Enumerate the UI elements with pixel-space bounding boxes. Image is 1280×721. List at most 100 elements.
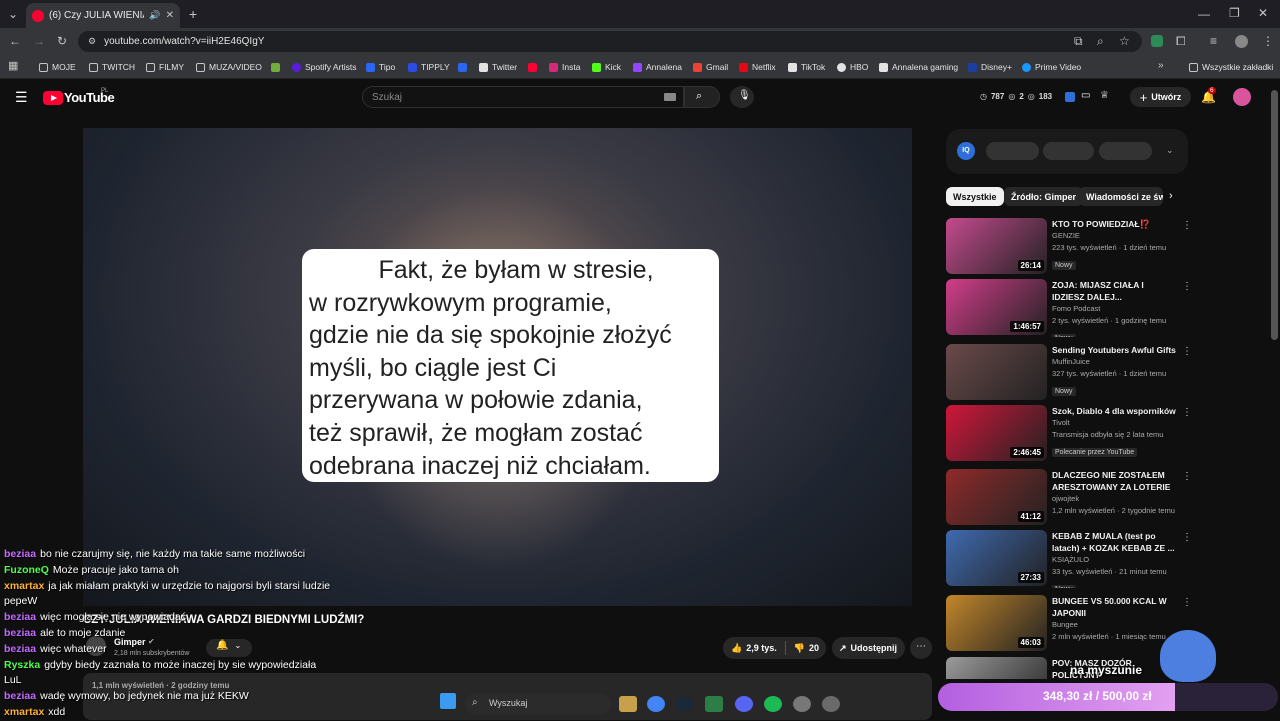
extensions-puzzle-icon[interactable]: ⧠	[1176, 34, 1186, 49]
youtube-logo-icon[interactable]	[43, 91, 63, 105]
forward-icon[interactable]: →	[33, 34, 45, 48]
guide-menu-icon[interactable]: ☰	[15, 89, 28, 106]
bookmark-disney[interactable]: Disney+	[968, 60, 1012, 74]
video-thumbnail[interactable]: 1:46:57	[946, 279, 1047, 335]
close-window-icon[interactable]: ✕	[1258, 6, 1268, 20]
extension-pill[interactable]	[986, 142, 1039, 160]
spotify-icon[interactable]	[764, 696, 782, 712]
channel-name[interactable]: KSIĄŻULO	[1052, 554, 1178, 566]
channel-name[interactable]: MuffinJuice	[1052, 356, 1178, 368]
video-title[interactable]: Szok, Diablo 4 dla wsporników	[1052, 405, 1178, 417]
bookmark-twitch[interactable]: TWITCH	[89, 60, 135, 74]
bookmark-moje[interactable]: MOJE	[39, 60, 76, 74]
more-actions-button[interactable]: ⋯	[910, 637, 932, 659]
reload-icon[interactable]: ↻	[57, 34, 67, 48]
bookmark-prime-video[interactable]: Prime Video	[1022, 60, 1081, 74]
recommended-video[interactable]: 41:12 DLACZEGO NIE ZOSTAŁEM ARESZTOWANY Z…	[946, 469, 1196, 527]
video-thumbnail[interactable]: 46:03	[946, 595, 1047, 651]
dislike-icon[interactable]: 👎	[794, 643, 805, 654]
bookmark-hbo[interactable]: HBO	[837, 60, 868, 74]
video-title[interactable]: ZOJA: MIJASZ CIAŁA I IDZIESZ DALEJ...	[1052, 279, 1178, 303]
bookmark-youtube[interactable]	[528, 60, 537, 74]
video-title[interactable]: KTO TO POWIEDZIAŁ⁉️	[1052, 218, 1178, 230]
video-title[interactable]: Sending Youtubers Awful Gifts	[1052, 344, 1178, 356]
video-title[interactable]: BUNGEE VS 50.000 KCAL W JAPONII	[1052, 595, 1178, 619]
bookmark-annalena[interactable]: Annalena	[633, 60, 682, 74]
excel-icon[interactable]	[705, 696, 723, 712]
back-icon[interactable]: ←	[9, 34, 21, 48]
recommended-video[interactable]: 26:14 KTO TO POWIEDZIAŁ⁉️ GENZIE 223 tys. w…	[946, 218, 1196, 276]
bookmark-green[interactable]	[271, 60, 280, 74]
video-thumbnail[interactable]: 2:46:45	[946, 405, 1047, 461]
extension-pill[interactable]	[1043, 142, 1094, 160]
create-button[interactable]: + Utwórz	[1130, 87, 1191, 107]
video-menu-icon[interactable]: ⋮	[1182, 346, 1192, 357]
recommended-video[interactable]: 27:33 KEBAB Z MUALA (test po latach) + KO…	[946, 530, 1196, 588]
share-button[interactable]: ↗ Udostępnij	[832, 637, 905, 659]
bookmark-gmail[interactable]: Gmail	[693, 60, 728, 74]
bookmark-tipply[interactable]: TIPPLY	[408, 60, 450, 74]
video-menu-icon[interactable]: ⋮	[1182, 281, 1192, 292]
video-title[interactable]: DLACZEGO NIE ZOSTAŁEM ARESZTOWANY ZA LOT…	[1052, 469, 1178, 493]
more-bookmarks-icon[interactable]: »	[1158, 60, 1164, 71]
bookmark-kick[interactable]: Kick	[592, 60, 621, 74]
maximize-icon[interactable]: ❐	[1229, 6, 1240, 20]
browser-menu-icon[interactable]: ⋮	[1262, 34, 1274, 48]
speaker-icon[interactable]: 🔊	[149, 10, 160, 21]
bookmark-tipo[interactable]: Tipo	[366, 60, 395, 74]
cast-icon[interactable]: ⧉	[1074, 34, 1083, 49]
user-avatar[interactable]	[1233, 88, 1251, 106]
dislike-count[interactable]: 20	[809, 643, 819, 653]
tab-search-icon[interactable]: ⌄	[8, 7, 18, 21]
chevron-down-icon[interactable]: ⌄	[1166, 145, 1174, 156]
bookmark-blue[interactable]	[458, 60, 467, 74]
search-input[interactable]: Szukaj	[362, 86, 684, 108]
video-thumbnail[interactable]: 41:12	[946, 469, 1047, 525]
profile-avatar[interactable]	[1235, 35, 1248, 48]
video-thumbnail[interactable]	[946, 657, 1047, 679]
video-menu-icon[interactable]: ⋮	[1182, 407, 1192, 418]
video-thumbnail[interactable]: 27:33	[946, 530, 1047, 586]
bookmark-insta[interactable]: Insta	[549, 60, 580, 74]
obs-icon[interactable]	[822, 696, 840, 712]
site-info-icon[interactable]: ⚙	[88, 36, 96, 47]
video-menu-icon[interactable]: ⋮	[1182, 597, 1192, 608]
file-explorer-icon[interactable]	[619, 696, 637, 712]
video-menu-icon[interactable]: ⋮	[1182, 471, 1192, 482]
like-icon[interactable]: 👍	[731, 643, 742, 654]
chrome-icon[interactable]	[647, 696, 665, 712]
video-menu-icon[interactable]: ⋮	[1182, 220, 1192, 231]
iq-extension-icon[interactable]	[1065, 92, 1075, 102]
chip-source[interactable]: Źródło: Gimper	[1004, 187, 1083, 206]
channel-name[interactable]: GENZIE	[1052, 230, 1178, 242]
voice-search-button[interactable]: 🎙	[730, 86, 754, 108]
cast-icon[interactable]: ▭	[1081, 90, 1090, 101]
steam-icon[interactable]	[676, 696, 694, 712]
bookmark-tiktok[interactable]: TikTok	[788, 60, 825, 74]
search-button[interactable]: ⌕	[684, 86, 720, 108]
chip-all[interactable]: Wszystkie	[946, 187, 1004, 206]
new-tab-icon[interactable]: +	[189, 6, 197, 22]
channel-name[interactable]: Bungee	[1052, 619, 1178, 631]
minimize-icon[interactable]: —	[1198, 7, 1210, 21]
taskbar-search[interactable]: Wyszukaj	[465, 693, 611, 715]
video-thumbnail[interactable]	[946, 344, 1047, 400]
recommended-video[interactable]: 46:03 BUNGEE VS 50.000 KCAL W JAPONII Bung…	[946, 595, 1196, 653]
apps-grid-icon[interactable]: ▦	[8, 59, 18, 72]
video-thumbnail[interactable]: 26:14	[946, 218, 1047, 274]
bookmark-filmy[interactable]: FILMY	[146, 60, 184, 74]
video-menu-icon[interactable]: ⋮	[1182, 532, 1192, 543]
channel-name[interactable]: ojwojtek	[1052, 493, 1178, 505]
address-bar[interactable]: ⚙ youtube.com/watch?v=iiH2E46QIgY	[78, 31, 1142, 52]
close-tab-icon[interactable]: ✕	[166, 10, 174, 21]
chip-news[interactable]: Wiadomości ze św	[1079, 187, 1163, 206]
all-bookmarks[interactable]: Wszystkie zakładki	[1189, 60, 1273, 74]
bookmark-star-icon[interactable]: ☆	[1119, 34, 1130, 48]
windows-start-icon[interactable]	[440, 693, 456, 709]
bookmark-annalena-gaming[interactable]: Annalena gaming	[879, 60, 958, 74]
zoom-icon[interactable]: ⌕	[1097, 34, 1104, 49]
channel-name[interactable]: Fomo Podcast	[1052, 303, 1178, 315]
video-title[interactable]: KEBAB Z MUALA (test po latach) + KOZAK K…	[1052, 530, 1178, 554]
recommended-video[interactable]: 2:46:45 Szok, Diablo 4 dla wsporników Tivo…	[946, 405, 1196, 463]
keyboard-icon[interactable]	[664, 93, 676, 101]
